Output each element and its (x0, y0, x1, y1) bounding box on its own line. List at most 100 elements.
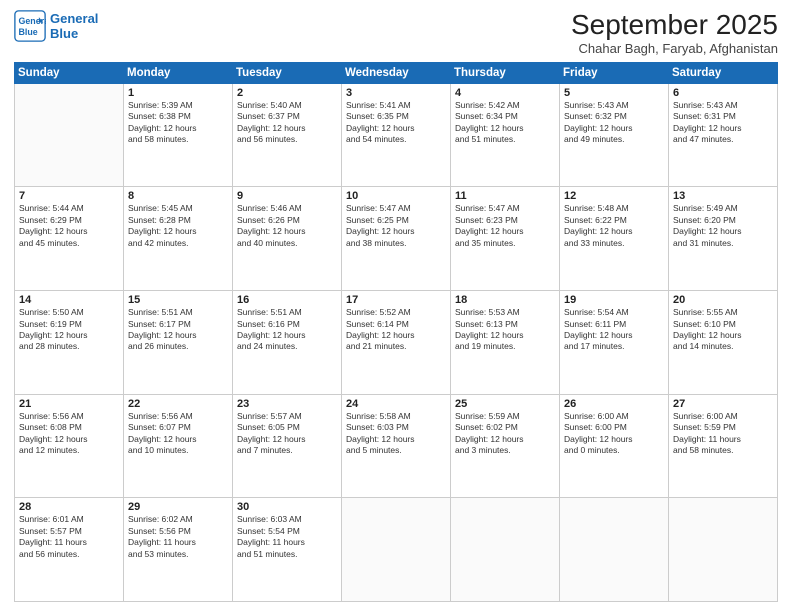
day-info: Sunrise: 5:54 AM Sunset: 6:11 PM Dayligh… (564, 307, 664, 353)
day-info: Sunrise: 5:55 AM Sunset: 6:10 PM Dayligh… (673, 307, 773, 353)
day-info: Sunrise: 5:50 AM Sunset: 6:19 PM Dayligh… (19, 307, 119, 353)
calendar-cell: 22Sunrise: 5:56 AM Sunset: 6:07 PM Dayli… (124, 394, 233, 498)
logo-text: General Blue (50, 11, 98, 41)
day-number: 21 (19, 398, 119, 410)
col-header-wednesday: Wednesday (342, 62, 451, 83)
day-info: Sunrise: 5:43 AM Sunset: 6:31 PM Dayligh… (673, 100, 773, 146)
day-info: Sunrise: 5:40 AM Sunset: 6:37 PM Dayligh… (237, 100, 337, 146)
calendar-cell: 10Sunrise: 5:47 AM Sunset: 6:25 PM Dayli… (342, 187, 451, 291)
day-info: Sunrise: 6:03 AM Sunset: 5:54 PM Dayligh… (237, 514, 337, 560)
calendar-cell: 21Sunrise: 5:56 AM Sunset: 6:08 PM Dayli… (15, 394, 124, 498)
logo: General Blue General Blue (14, 10, 98, 42)
day-info: Sunrise: 5:47 AM Sunset: 6:25 PM Dayligh… (346, 203, 446, 249)
calendar-cell (15, 83, 124, 187)
day-info: Sunrise: 5:49 AM Sunset: 6:20 PM Dayligh… (673, 203, 773, 249)
day-number: 20 (673, 294, 773, 306)
calendar-cell: 30Sunrise: 6:03 AM Sunset: 5:54 PM Dayli… (233, 498, 342, 602)
calendar-cell: 12Sunrise: 5:48 AM Sunset: 6:22 PM Dayli… (560, 187, 669, 291)
calendar-cell: 1Sunrise: 5:39 AM Sunset: 6:38 PM Daylig… (124, 83, 233, 187)
calendar-cell: 6Sunrise: 5:43 AM Sunset: 6:31 PM Daylig… (669, 83, 778, 187)
day-number: 30 (237, 501, 337, 513)
day-number: 23 (237, 398, 337, 410)
col-header-tuesday: Tuesday (233, 62, 342, 83)
calendar-cell: 5Sunrise: 5:43 AM Sunset: 6:32 PM Daylig… (560, 83, 669, 187)
day-number: 18 (455, 294, 555, 306)
location: Chahar Bagh, Faryab, Afghanistan (571, 41, 778, 56)
calendar-cell: 4Sunrise: 5:42 AM Sunset: 6:34 PM Daylig… (451, 83, 560, 187)
calendar-cell: 25Sunrise: 5:59 AM Sunset: 6:02 PM Dayli… (451, 394, 560, 498)
day-info: Sunrise: 5:53 AM Sunset: 6:13 PM Dayligh… (455, 307, 555, 353)
day-number: 26 (564, 398, 664, 410)
day-number: 15 (128, 294, 228, 306)
week-row-3: 21Sunrise: 5:56 AM Sunset: 6:08 PM Dayli… (15, 394, 778, 498)
logo-icon: General Blue (14, 10, 46, 42)
col-header-sunday: Sunday (15, 62, 124, 83)
day-number: 24 (346, 398, 446, 410)
col-header-thursday: Thursday (451, 62, 560, 83)
day-info: Sunrise: 5:52 AM Sunset: 6:14 PM Dayligh… (346, 307, 446, 353)
calendar-cell: 9Sunrise: 5:46 AM Sunset: 6:26 PM Daylig… (233, 187, 342, 291)
day-number: 9 (237, 190, 337, 202)
day-info: Sunrise: 5:41 AM Sunset: 6:35 PM Dayligh… (346, 100, 446, 146)
day-info: Sunrise: 5:56 AM Sunset: 6:07 PM Dayligh… (128, 411, 228, 457)
day-number: 29 (128, 501, 228, 513)
page: General Blue General Blue September 2025… (0, 0, 792, 612)
day-info: Sunrise: 5:51 AM Sunset: 6:17 PM Dayligh… (128, 307, 228, 353)
calendar-cell (669, 498, 778, 602)
calendar-cell: 19Sunrise: 5:54 AM Sunset: 6:11 PM Dayli… (560, 291, 669, 395)
day-info: Sunrise: 5:57 AM Sunset: 6:05 PM Dayligh… (237, 411, 337, 457)
calendar-cell: 26Sunrise: 6:00 AM Sunset: 6:00 PM Dayli… (560, 394, 669, 498)
title-block: September 2025 Chahar Bagh, Faryab, Afgh… (571, 10, 778, 56)
day-number: 19 (564, 294, 664, 306)
day-info: Sunrise: 5:59 AM Sunset: 6:02 PM Dayligh… (455, 411, 555, 457)
day-info: Sunrise: 5:47 AM Sunset: 6:23 PM Dayligh… (455, 203, 555, 249)
day-number: 13 (673, 190, 773, 202)
day-info: Sunrise: 6:01 AM Sunset: 5:57 PM Dayligh… (19, 514, 119, 560)
day-number: 7 (19, 190, 119, 202)
day-info: Sunrise: 6:02 AM Sunset: 5:56 PM Dayligh… (128, 514, 228, 560)
calendar-cell: 24Sunrise: 5:58 AM Sunset: 6:03 PM Dayli… (342, 394, 451, 498)
svg-text:Blue: Blue (18, 27, 37, 37)
week-row-1: 7Sunrise: 5:44 AM Sunset: 6:29 PM Daylig… (15, 187, 778, 291)
col-header-saturday: Saturday (669, 62, 778, 83)
calendar-cell: 3Sunrise: 5:41 AM Sunset: 6:35 PM Daylig… (342, 83, 451, 187)
day-number: 3 (346, 87, 446, 99)
day-info: Sunrise: 5:43 AM Sunset: 6:32 PM Dayligh… (564, 100, 664, 146)
calendar-cell: 27Sunrise: 6:00 AM Sunset: 5:59 PM Dayli… (669, 394, 778, 498)
calendar-cell (342, 498, 451, 602)
day-number: 1 (128, 87, 228, 99)
day-number: 12 (564, 190, 664, 202)
day-number: 2 (237, 87, 337, 99)
calendar-cell: 8Sunrise: 5:45 AM Sunset: 6:28 PM Daylig… (124, 187, 233, 291)
day-number: 10 (346, 190, 446, 202)
calendar-cell: 7Sunrise: 5:44 AM Sunset: 6:29 PM Daylig… (15, 187, 124, 291)
calendar-cell: 18Sunrise: 5:53 AM Sunset: 6:13 PM Dayli… (451, 291, 560, 395)
calendar-cell: 13Sunrise: 5:49 AM Sunset: 6:20 PM Dayli… (669, 187, 778, 291)
day-info: Sunrise: 5:51 AM Sunset: 6:16 PM Dayligh… (237, 307, 337, 353)
day-number: 28 (19, 501, 119, 513)
day-info: Sunrise: 5:56 AM Sunset: 6:08 PM Dayligh… (19, 411, 119, 457)
month-title: September 2025 (571, 10, 778, 41)
calendar-cell (451, 498, 560, 602)
day-info: Sunrise: 5:45 AM Sunset: 6:28 PM Dayligh… (128, 203, 228, 249)
day-info: Sunrise: 5:39 AM Sunset: 6:38 PM Dayligh… (128, 100, 228, 146)
day-info: Sunrise: 5:48 AM Sunset: 6:22 PM Dayligh… (564, 203, 664, 249)
day-number: 5 (564, 87, 664, 99)
week-row-4: 28Sunrise: 6:01 AM Sunset: 5:57 PM Dayli… (15, 498, 778, 602)
day-info: Sunrise: 5:44 AM Sunset: 6:29 PM Dayligh… (19, 203, 119, 249)
calendar-cell: 11Sunrise: 5:47 AM Sunset: 6:23 PM Dayli… (451, 187, 560, 291)
day-number: 4 (455, 87, 555, 99)
calendar-table: SundayMondayTuesdayWednesdayThursdayFrid… (14, 62, 778, 602)
calendar-cell (560, 498, 669, 602)
calendar-cell: 29Sunrise: 6:02 AM Sunset: 5:56 PM Dayli… (124, 498, 233, 602)
day-number: 14 (19, 294, 119, 306)
day-info: Sunrise: 5:42 AM Sunset: 6:34 PM Dayligh… (455, 100, 555, 146)
col-header-monday: Monday (124, 62, 233, 83)
day-info: Sunrise: 5:58 AM Sunset: 6:03 PM Dayligh… (346, 411, 446, 457)
calendar-header-row: SundayMondayTuesdayWednesdayThursdayFrid… (15, 62, 778, 83)
week-row-0: 1Sunrise: 5:39 AM Sunset: 6:38 PM Daylig… (15, 83, 778, 187)
day-number: 17 (346, 294, 446, 306)
day-info: Sunrise: 6:00 AM Sunset: 5:59 PM Dayligh… (673, 411, 773, 457)
calendar-cell: 17Sunrise: 5:52 AM Sunset: 6:14 PM Dayli… (342, 291, 451, 395)
day-info: Sunrise: 5:46 AM Sunset: 6:26 PM Dayligh… (237, 203, 337, 249)
